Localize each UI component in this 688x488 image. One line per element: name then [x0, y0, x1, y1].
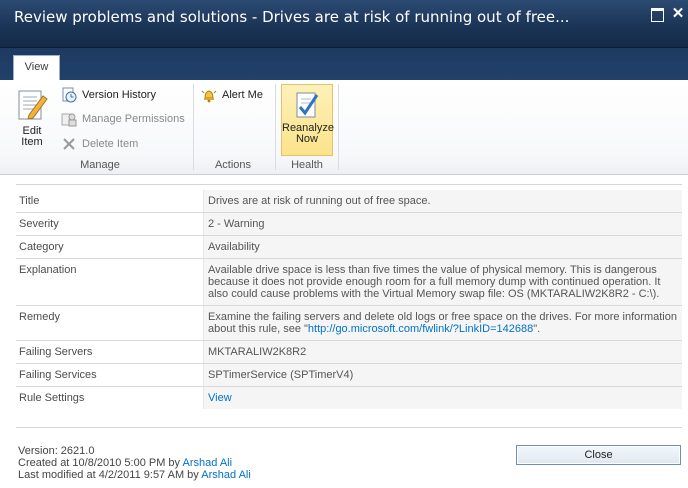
- modified-by-link[interactable]: Arshad Ali: [201, 469, 251, 481]
- group-separator: [193, 84, 194, 170]
- property-value: Examine the failing servers and delete o…: [203, 306, 682, 340]
- property-name: Failing Servers: [19, 346, 93, 358]
- alert-me-button[interactable]: Alert Me: [201, 86, 263, 104]
- delete-item-label: Delete Item: [82, 138, 139, 150]
- property-name: Rule Settings: [19, 392, 85, 404]
- edit-item-label-2: Item: [21, 136, 43, 148]
- property-value: MKTARALIW2K8R2: [203, 341, 682, 363]
- created-by-link[interactable]: Arshad Ali: [183, 457, 233, 469]
- window-title-bar: Review problems and solutions - Drives a…: [0, 0, 688, 48]
- version-history-label: Version History: [82, 89, 156, 101]
- manage-permissions-label: Manage Permissions: [82, 113, 185, 125]
- property-value: Drives are at risk of running out of fre…: [203, 190, 682, 212]
- property-name: Remedy: [19, 311, 60, 323]
- property-value: View: [203, 387, 682, 409]
- version-history-button[interactable]: Version History: [61, 86, 156, 104]
- delete-x-icon: [63, 138, 75, 150]
- property-name: Failing Services: [19, 369, 97, 381]
- table-row: Remedy Examine the failing servers and d…: [16, 305, 682, 340]
- table-row: Explanation Available drive space is les…: [16, 258, 682, 305]
- group-label-health: Health: [291, 159, 323, 171]
- edit-document-icon: [18, 90, 48, 120]
- group-label-manage: Manage: [80, 159, 120, 171]
- properties-table: Title Drives are at risk of running out …: [16, 190, 682, 409]
- table-row: Rule Settings View: [16, 386, 682, 409]
- property-value: SPTimerService (SPTimerV4): [203, 364, 682, 386]
- group-label-actions: Actions: [214, 159, 252, 171]
- version-text: Version: 2621.0: [18, 445, 95, 457]
- property-value: Available drive space is less than five …: [203, 259, 682, 305]
- remedy-link[interactable]: http://go.microsoft.com/fwlink/?LinkID=1…: [308, 323, 533, 335]
- created-text: Created at 10/8/2010 5:00 PM by Arshad A…: [18, 457, 233, 469]
- manage-permissions-button[interactable]: Manage Permissions: [61, 110, 185, 128]
- edit-item-button[interactable]: Edit Item: [10, 88, 54, 152]
- tab-view[interactable]: View: [13, 55, 60, 80]
- table-row: Title Drives are at risk of running out …: [16, 190, 682, 212]
- table-row: Category Availability: [16, 235, 682, 258]
- ribbon-tab-strip: View: [0, 48, 688, 80]
- delete-item-button[interactable]: Delete Item: [61, 135, 138, 153]
- table-row: Severity 2 - Warning: [16, 212, 682, 235]
- rule-settings-link[interactable]: View: [208, 392, 232, 404]
- property-name: Severity: [19, 218, 59, 230]
- group-separator: [338, 84, 339, 170]
- remedy-text-end: ".: [533, 323, 541, 335]
- divider: [16, 184, 682, 185]
- reanalyze-label-2: Now: [295, 133, 318, 145]
- property-name: Title: [19, 195, 40, 207]
- reanalyze-check-icon: [296, 92, 319, 118]
- property-value: Availability: [203, 236, 682, 258]
- alert-me-label: Alert Me: [222, 89, 263, 101]
- table-row: Failing Services SPTimerService (SPTimer…: [16, 363, 682, 386]
- close-button[interactable]: Close: [516, 445, 681, 465]
- window-title: Review problems and solutions - Drives a…: [14, 8, 570, 26]
- table-row: Failing Servers MKTARALIW2K8R2: [16, 340, 682, 363]
- permissions-icon: [61, 113, 77, 127]
- property-name: Explanation: [19, 264, 77, 276]
- reanalyze-now-button[interactable]: Reanalyze Now: [281, 84, 334, 156]
- alert-bell-icon: [201, 90, 217, 103]
- close-icon[interactable]: ✕: [670, 6, 686, 22]
- divider: [16, 427, 682, 428]
- maximize-icon[interactable]: [649, 6, 665, 22]
- version-history-icon: [62, 87, 77, 103]
- property-value: 2 - Warning: [203, 213, 682, 235]
- property-name: Category: [19, 241, 64, 253]
- group-separator: [275, 84, 276, 170]
- ribbon: Edit Item Version History Manage Permiss…: [0, 80, 688, 175]
- item-metadata: Version: 2621.0 Created at 10/8/2010 5:0…: [18, 445, 251, 481]
- modified-text: Last modified at 4/2/2011 9:57 AM by Ars…: [18, 469, 251, 481]
